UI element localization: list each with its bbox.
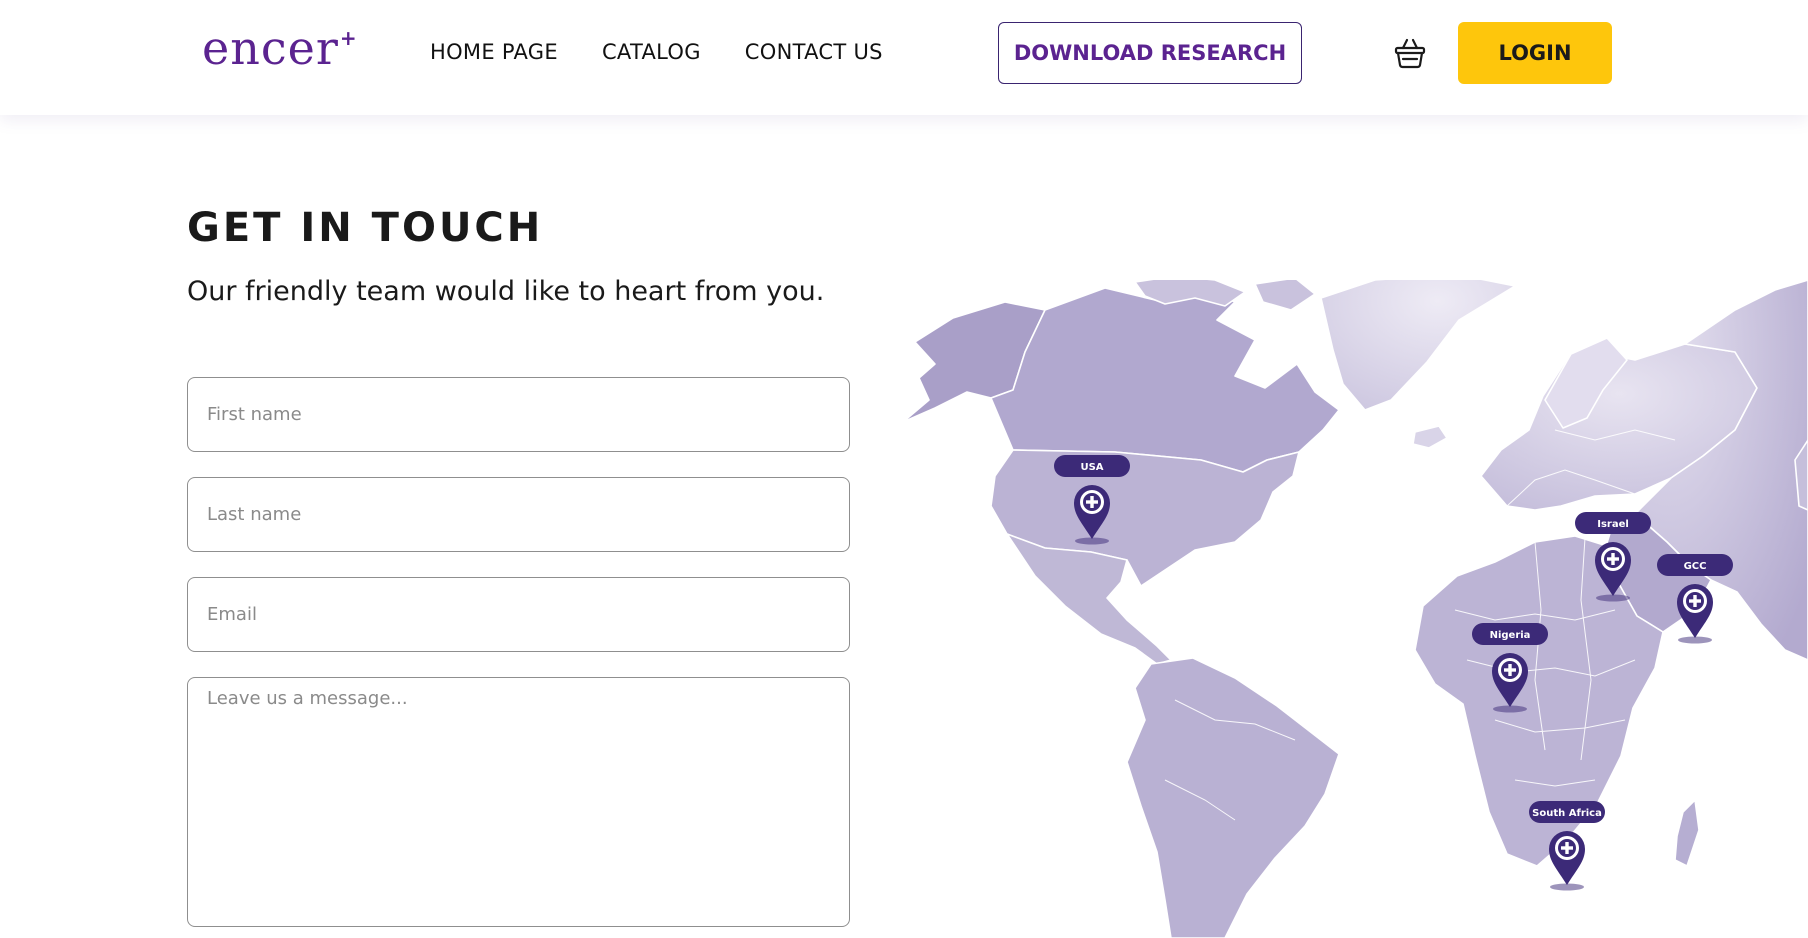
map-madagascar <box>1674 799 1700 867</box>
nav-catalog[interactable]: CATALOG <box>602 34 701 70</box>
map-greenland <box>1320 280 1516 411</box>
marker-label-usa: USA <box>1080 462 1103 473</box>
site-header: encer + HOME PAGE CATALOG CONTACT US DOW… <box>0 0 1808 115</box>
last-name-input[interactable] <box>187 477 850 552</box>
download-research-button[interactable]: DOWNLOAD RESEARCH <box>998 22 1302 84</box>
main-nav: HOME PAGE CATALOG CONTACT US <box>430 34 883 70</box>
page: encer + HOME PAGE CATALOG CONTACT US DOW… <box>0 0 1808 938</box>
map-canada <box>990 285 1340 473</box>
map-iceland <box>1412 425 1448 449</box>
page-subtitle: Our friendly team would like to heart fr… <box>187 276 825 307</box>
continents <box>902 280 1808 938</box>
marker-label-gcc: GCC <box>1684 561 1707 572</box>
message-textarea[interactable] <box>187 677 850 927</box>
logo[interactable]: encer + <box>202 18 357 78</box>
marker-label-israel: Israel <box>1597 519 1629 530</box>
map-pin-plus-icon <box>1677 584 1713 644</box>
first-name-input[interactable] <box>187 377 850 452</box>
email-input[interactable] <box>187 577 850 652</box>
nav-contact-us[interactable]: CONTACT US <box>745 34 883 70</box>
map-pin-plus-icon <box>1549 831 1585 891</box>
marker-label-nigeria: Nigeria <box>1490 630 1531 641</box>
nav-home-page[interactable]: HOME PAGE <box>430 34 558 70</box>
logo-plus-mark: + <box>339 26 357 50</box>
map-south-america <box>1126 657 1340 938</box>
world-map: USA Israel GCC Nigeria South Africa <box>902 280 1808 938</box>
map-arctic-islands <box>1254 280 1316 311</box>
login-button[interactable]: LOGIN <box>1458 22 1612 84</box>
logo-text: encer <box>202 21 339 75</box>
marker-label-south-africa: South Africa <box>1532 808 1602 819</box>
page-title: GET IN TOUCH <box>187 205 544 251</box>
basket-icon[interactable] <box>1393 36 1427 70</box>
